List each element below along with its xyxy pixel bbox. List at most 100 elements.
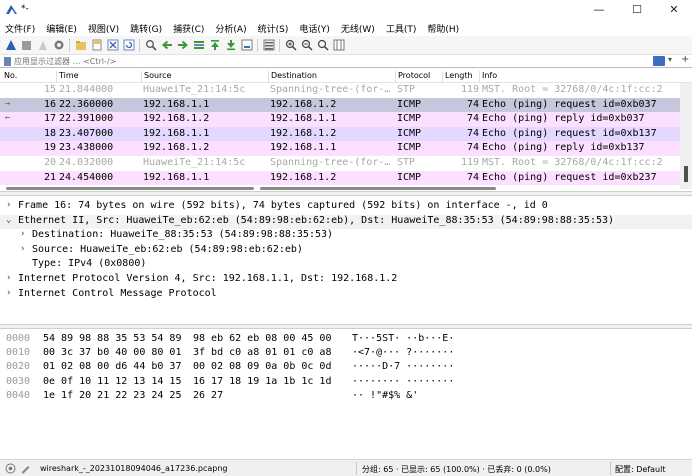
menu-help[interactable]: 帮助(H) (427, 22, 459, 35)
minimize-button[interactable]: — (579, 0, 619, 20)
go-forward-icon[interactable] (176, 39, 189, 52)
packet-row[interactable]: 15 21.844000 HuaweiTe_21:14:5c Spanning-tre… (0, 83, 680, 98)
zoom-in-icon[interactable] (284, 39, 297, 52)
menu-statistics[interactable]: 统计(S) (258, 22, 289, 35)
stop-capture-icon[interactable] (20, 39, 33, 52)
hex-bytes-first: 54 89 98 88 35 53 54 89 (43, 333, 182, 344)
chevron-down-icon[interactable]: ▾ (668, 55, 672, 64)
packet-time-cell: 23.438000 (59, 142, 114, 154)
column-no[interactable]: No. (0, 71, 17, 83)
detail-tree-row[interactable]: › Frame 16: 74 bytes on wire (592 bits), … (0, 200, 692, 215)
menu-file[interactable]: 文件(F) (5, 22, 35, 35)
column-destination[interactable]: Destination (268, 71, 317, 83)
tree-expander-icon[interactable]: › (20, 229, 25, 239)
column-length[interactable]: Length (442, 71, 473, 83)
hex-bytes-first: 0e 0f 10 11 12 13 14 15 (43, 375, 182, 387)
tree-expander-icon[interactable]: ⌄ (6, 215, 11, 225)
hscroll-thumb[interactable] (6, 187, 254, 190)
menu-capture[interactable]: 捕获(C) (173, 22, 204, 35)
menu-edit[interactable]: 编辑(E) (46, 22, 77, 35)
packet-source-cell: HuaweiTe_21:14:5c (143, 157, 246, 168)
go-first-icon[interactable] (208, 39, 221, 52)
close-button[interactable]: ✕ (654, 0, 692, 20)
related-packet-indicator-icon: → (5, 98, 11, 109)
apply-filter-icon[interactable] (653, 56, 665, 66)
column-time[interactable]: Time (56, 71, 79, 83)
tree-expander-icon[interactable]: › (20, 244, 25, 254)
packet-row[interactable]: 21 24.454000 192.168.1.1 192.168.1.2 ICMP 74 E… (0, 170, 680, 186)
detail-tree-row[interactable]: › Source: HuaweiTe_eb:62:eb (54:89:98:eb:… (0, 244, 692, 259)
open-file-icon[interactable] (74, 39, 87, 52)
ascii-dump: ·<7·@··· ?······· (352, 347, 455, 359)
packet-destination-cell: 192.168.1.2 (270, 98, 337, 110)
packet-time-cell: 24.454000 (59, 171, 114, 183)
edit-comment-icon[interactable] (20, 463, 31, 474)
menu-view[interactable]: 视图(V) (88, 22, 119, 35)
main-toolbar (0, 36, 692, 55)
add-filter-icon[interactable]: + (681, 54, 689, 65)
hex-offset: 0020 (6, 361, 31, 373)
menu-wireless[interactable]: 无线(W) (341, 22, 375, 35)
close-file-icon[interactable] (106, 39, 119, 52)
packet-no-cell: 20 (43, 157, 56, 168)
restart-capture-icon[interactable] (36, 39, 49, 52)
column-protocol[interactable]: Protocol (395, 71, 430, 83)
packet-row[interactable]: 16 22.360000 192.168.1.1 192.168.1.2 ICMP 74 E… (0, 97, 680, 113)
profile-label[interactable]: 配置: Default (615, 464, 665, 475)
column-info[interactable]: Info (479, 71, 497, 83)
display-filter-input[interactable] (14, 56, 634, 67)
related-packet-indicator-icon: ← (5, 113, 11, 124)
shark-fin-start-icon[interactable] (4, 39, 17, 52)
go-to-packet-icon[interactable] (192, 39, 205, 52)
detail-tree-row[interactable]: › Internet Protocol Version 4, Src: 192.1… (0, 273, 692, 288)
packet-length-cell: 74 (466, 98, 479, 110)
hex-bytes-second: 16 17 18 19 1a 1b 1c 1d (193, 375, 332, 387)
resize-columns-icon[interactable] (332, 39, 345, 52)
bookmark-icon[interactable] (4, 57, 11, 66)
wireshark-logo-icon (6, 5, 17, 14)
hex-bytes-first: 01 02 08 00 d6 44 b0 37 (43, 361, 182, 373)
packet-row[interactable]: 18 23.407000 192.168.1.1 192.168.1.2 ICMP 74 E… (0, 126, 680, 142)
go-back-icon[interactable] (160, 39, 173, 52)
menu-go[interactable]: 跳转(G) (130, 22, 162, 35)
find-packet-icon[interactable] (144, 39, 157, 52)
hscroll-thumb[interactable] (260, 187, 496, 190)
packet-protocol-cell: ICMP (397, 113, 422, 125)
packet-list-scroll-thumb[interactable] (684, 166, 688, 182)
detail-tree-row[interactable]: ⌄ Ethernet II, Src: HuaweiTe_eb:62:eb (54… (0, 214, 692, 230)
detail-tree-row[interactable]: › Destination: HuaweiTe_88:35:53 (54:89:9… (0, 229, 692, 244)
packet-list-header: No. Time Source Destination Protocol Len… (0, 68, 692, 83)
maximize-button[interactable]: ☐ (617, 0, 657, 20)
packet-row[interactable]: 20 24.032000 HuaweiTe_21:14:5c Spanning-tre… (0, 156, 680, 171)
ascii-dump: ·· !"#$% &' (352, 389, 419, 401)
zoom-normal-icon[interactable] (316, 39, 329, 52)
expert-info-icon[interactable] (5, 463, 16, 474)
tree-expander-icon[interactable]: › (6, 273, 11, 283)
capture-options-icon[interactable] (52, 39, 65, 52)
colorize-icon[interactable] (262, 39, 275, 52)
packet-length-cell: 74 (466, 113, 479, 125)
tree-expander-icon[interactable]: › (6, 200, 11, 210)
packet-time-cell: 22.360000 (59, 98, 114, 110)
menu-analyze[interactable]: 分析(A) (215, 22, 246, 35)
column-source[interactable]: Source (141, 71, 171, 83)
status-separator (610, 462, 611, 475)
packet-length-cell: 119 (460, 157, 479, 168)
tree-expander-icon[interactable]: › (6, 288, 11, 298)
detail-tree-row[interactable]: Type: IPv4 (0x0800) (0, 258, 692, 273)
packet-length-cell: 74 (466, 127, 479, 139)
reload-icon[interactable] (122, 39, 135, 52)
auto-scroll-icon[interactable] (240, 39, 253, 52)
save-file-icon[interactable] (90, 39, 103, 52)
packet-row[interactable]: 19 23.438000 192.168.1.2 192.168.1.1 ICMP 74 E… (0, 141, 680, 156)
zoom-out-icon[interactable] (300, 39, 313, 52)
menu-tools[interactable]: 工具(T) (386, 22, 417, 35)
detail-tree-text: Source: HuaweiTe_eb:62:eb (54:89:98:eb:6… (32, 243, 303, 255)
pane-splitter[interactable] (0, 324, 692, 329)
menu-telephony[interactable]: 电话(Y) (299, 22, 330, 35)
go-last-icon[interactable] (224, 39, 237, 52)
packet-info-cell: Echo (ping) request id=0xb137 (482, 127, 657, 139)
packet-info-cell: Echo (ping) reply id=0xb037 (482, 113, 645, 125)
detail-tree-row[interactable]: › Internet Control Message Protocol (0, 288, 692, 303)
packet-row[interactable]: 17 22.391000 192.168.1.2 192.168.1.1 ICMP 74 E… (0, 112, 680, 127)
